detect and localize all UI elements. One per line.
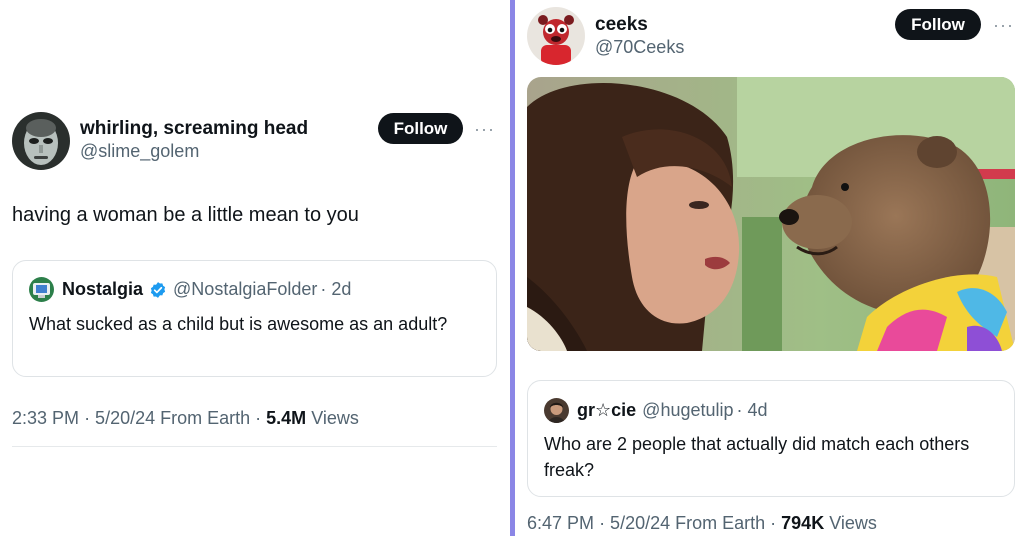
- quoted-display-name[interactable]: Nostalgia: [62, 279, 143, 300]
- handle[interactable]: @70Ceeks: [595, 36, 684, 59]
- panel-divider: [510, 0, 515, 536]
- follow-button[interactable]: Follow: [895, 9, 981, 40]
- separator: [12, 446, 497, 447]
- avatar[interactable]: [12, 112, 70, 170]
- left-name-block: whirling, screaming head @slime_golem: [80, 117, 308, 163]
- display-name[interactable]: whirling, screaming head: [80, 117, 308, 140]
- follow-button[interactable]: Follow: [378, 113, 463, 144]
- views-label: Views: [829, 513, 877, 533]
- tweet-text: having a woman be a little mean to you: [12, 204, 359, 226]
- handle[interactable]: @slime_golem: [80, 140, 308, 163]
- tweet-date[interactable]: · 5/20/24 From Earth ·: [84, 408, 261, 428]
- quoted-handle[interactable]: @hugetulip: [642, 400, 733, 421]
- tweet-time[interactable]: 2:33 PM: [12, 408, 79, 428]
- avatar[interactable]: [527, 7, 585, 65]
- quoted-tweet-text: What sucked as a child but is awesome as…: [29, 314, 448, 334]
- quoted-tweet-header: gr☆cie @hugetulip · 4d: [544, 398, 768, 423]
- tweet-date[interactable]: · 5/20/24 From Earth ·: [599, 513, 776, 533]
- quoted-tweet[interactable]: Nostalgia @NostalgiaFolder · 2d What suc…: [12, 260, 497, 377]
- quoted-tweet[interactable]: gr☆cie @hugetulip · 4d Who are 2 people …: [527, 380, 1015, 497]
- tweet-media-image[interactable]: [527, 77, 1015, 351]
- views-count: 794K: [781, 513, 825, 533]
- verified-badge-icon: [149, 281, 167, 299]
- quoted-display-name[interactable]: gr☆cie: [577, 400, 636, 421]
- right-tweet-header: ceeks @70Ceeks: [527, 7, 684, 65]
- quoted-avatar[interactable]: [544, 398, 569, 423]
- display-name[interactable]: ceeks: [595, 13, 684, 36]
- quoted-handle[interactable]: @NostalgiaFolder: [173, 279, 317, 300]
- quoted-age[interactable]: · 2d: [320, 279, 351, 300]
- tweet-meta: 6:47 PM · 5/20/24 From Earth · 794K View…: [527, 513, 877, 534]
- quoted-age[interactable]: · 4d: [737, 400, 768, 421]
- views-count: 5.4M: [266, 408, 307, 428]
- quoted-tweet-text: Who are 2 people that actually did match…: [544, 434, 970, 480]
- tweet-time[interactable]: 6:47 PM: [527, 513, 594, 533]
- more-options-icon[interactable]: ···: [474, 120, 495, 138]
- right-name-block: ceeks @70Ceeks: [595, 13, 684, 59]
- left-tweet: whirling, screaming head @slime_golem Fo…: [0, 0, 510, 536]
- tweet-meta: 2:33 PM · 5/20/24 From Earth · 5.4M View…: [12, 408, 359, 429]
- views-label: Views: [311, 408, 359, 428]
- left-tweet-header: whirling, screaming head @slime_golem: [12, 112, 308, 170]
- more-options-icon[interactable]: ···: [993, 16, 1014, 34]
- quoted-avatar[interactable]: [29, 277, 54, 302]
- quoted-tweet-header: Nostalgia @NostalgiaFolder · 2d: [29, 277, 351, 302]
